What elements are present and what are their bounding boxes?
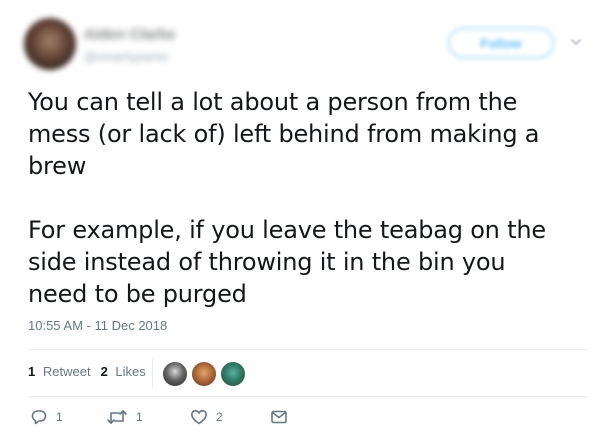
likes-label: Likes: [115, 364, 146, 379]
author-name-block[interactable]: Aiden Clarke @smartypants: [84, 26, 176, 64]
like-button[interactable]: 2: [190, 408, 223, 426]
retweet-button[interactable]: 1: [106, 408, 143, 426]
reply-count: 1: [56, 410, 63, 424]
divider: [28, 349, 588, 350]
likes-stat[interactable]: 2 Likes: [101, 364, 146, 379]
heart-icon: [191, 410, 207, 425]
liker-avatar[interactable]: [191, 361, 217, 387]
retweets-label: Retweet: [42, 364, 91, 379]
retweet-icon: [107, 410, 127, 424]
author-avatar[interactable]: [24, 18, 76, 70]
reply-icon: [31, 410, 47, 425]
follow-button[interactable]: Follow: [448, 28, 554, 58]
author-handle[interactable]: @smartypants: [84, 49, 176, 64]
liker-avatar[interactable]: [220, 361, 246, 387]
liker-avatar[interactable]: [162, 361, 188, 387]
tweet-timestamp[interactable]: 10:55 AM - 11 Dec 2018: [28, 318, 167, 333]
retweets-count: 1: [28, 364, 36, 379]
retweets-stat[interactable]: 1 Retweet: [28, 364, 91, 379]
chevron-down-icon[interactable]: [570, 36, 582, 48]
likes-count: 2: [100, 364, 108, 379]
divider: [28, 396, 588, 397]
direct-message-button[interactable]: [270, 408, 288, 426]
like-count: 2: [216, 410, 223, 424]
stats-separator: [152, 358, 153, 388]
tweet-stats: 1 Retweet 2 Likes: [28, 364, 146, 379]
liker-avatars: [162, 361, 249, 387]
reply-button[interactable]: 1: [30, 408, 63, 426]
author-display-name[interactable]: Aiden Clarke: [84, 26, 176, 43]
envelope-icon: [271, 410, 287, 424]
tweet-text: You can tell a lot about a person from t…: [28, 88, 546, 308]
retweet-count: 1: [136, 410, 143, 424]
